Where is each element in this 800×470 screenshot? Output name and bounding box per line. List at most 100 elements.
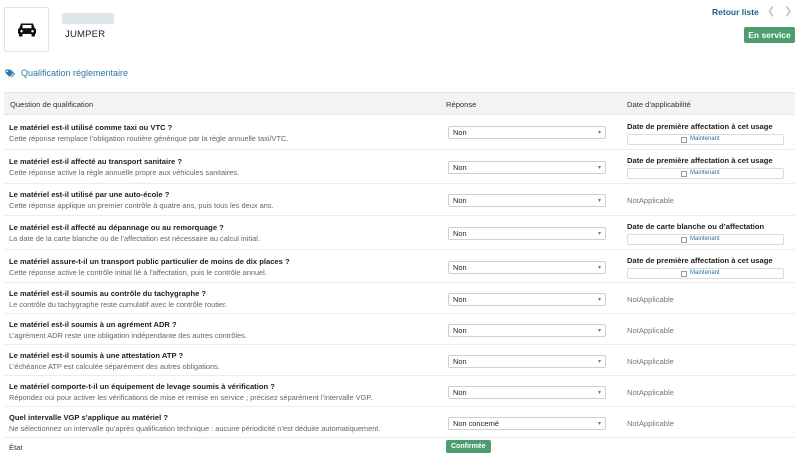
not-applicable-text: NotApplicable — [627, 357, 674, 366]
question-description: Cette réponse applique un premier contrô… — [9, 201, 274, 210]
response-value: Non — [453, 196, 467, 205]
table-row: Le matériel est-il affecté au dépannage … — [4, 216, 795, 250]
response-value: Non — [453, 326, 467, 335]
table-header: Question de qualification Réponse Date d… — [4, 92, 795, 115]
response-select[interactable]: Non ▾ — [448, 261, 606, 274]
date-label: Date de première affectation à cet usage — [627, 122, 773, 131]
date-input[interactable]: Maintenant — [627, 234, 784, 245]
chevron-right-icon[interactable]: ❯ — [784, 6, 792, 17]
chevron-down-icon: ▾ — [597, 390, 601, 396]
chevron-down-icon: ▾ — [597, 297, 601, 303]
response-value: Non — [453, 295, 467, 304]
response-select[interactable]: Non ▾ — [448, 126, 606, 139]
question-title: Le matériel est-il soumis à un agrément … — [9, 320, 177, 329]
checkbox-icon[interactable] — [681, 236, 687, 243]
maintenant-toggle[interactable]: Maintenant — [681, 135, 720, 144]
question-description: Cette réponse active le contrôle initial… — [9, 268, 267, 277]
checkbox-icon[interactable] — [681, 270, 687, 277]
response-select[interactable]: Non ▾ — [448, 227, 606, 240]
table-row: Le matériel est-il soumis à une attestat… — [4, 345, 795, 376]
chevron-down-icon: ▾ — [597, 231, 601, 237]
response-value: Non — [453, 229, 467, 238]
column-header-question: Question de qualification — [10, 100, 94, 109]
chevron-down-icon: ▾ — [597, 359, 601, 365]
column-header-response: Réponse — [446, 100, 477, 109]
question-title: Le matériel est-il utilisé par une auto-… — [9, 190, 170, 199]
status-button[interactable]: En service — [744, 27, 795, 43]
question-description: L’agrément ADR reste une obligation indé… — [9, 331, 247, 340]
not-applicable-text: NotApplicable — [627, 419, 674, 428]
car-icon — [17, 23, 36, 36]
table-row: Le matériel comporte-t-il un équipement … — [4, 376, 795, 407]
section-header: Qualification réglementaire — [5, 68, 128, 78]
tags-icon — [5, 68, 16, 78]
response-value: Non concerné — [453, 419, 500, 428]
response-select[interactable]: Non ▾ — [448, 161, 606, 174]
chevron-down-icon: ▾ — [597, 165, 601, 171]
maintenant-toggle[interactable]: Maintenant — [681, 235, 720, 244]
not-applicable-text: NotApplicable — [627, 326, 674, 335]
response-select[interactable]: Non ▾ — [448, 386, 606, 399]
checkbox-icon[interactable] — [681, 170, 687, 177]
column-header-date: Date d’applicabilité — [627, 100, 691, 109]
question-title: Le matériel est-il utilisé comme taxi ou… — [9, 123, 173, 132]
date-label: Date de première affectation à cet usage — [627, 256, 773, 265]
question-title: Le matériel est-il soumis au contrôle du… — [9, 289, 207, 298]
date-label: Date de carte blanche ou d’affectation — [627, 222, 765, 231]
response-value: Non — [453, 128, 467, 137]
vehicle-plate-redacted — [62, 13, 114, 24]
section-title: Qualification réglementaire — [21, 68, 129, 78]
chevron-down-icon: ▾ — [597, 198, 601, 204]
question-description: Cette réponse remplace l’obligation rout… — [9, 134, 289, 143]
table-row: Le matériel est-il affecté au transport … — [4, 150, 795, 184]
question-title: Le matériel est-il soumis à une attestat… — [9, 351, 184, 360]
chevron-down-icon: ▾ — [597, 421, 601, 427]
table-row: Le matériel est-il soumis à un agrément … — [4, 314, 795, 345]
maintenant-toggle[interactable]: Maintenant — [681, 269, 720, 278]
question-title: Le matériel est-il affecté au transport … — [9, 157, 183, 166]
response-select[interactable]: Non ▾ — [448, 355, 606, 368]
maintenant-label: Maintenant — [690, 170, 720, 176]
question-description: Le contrôle du tachygraphe reste cumulat… — [9, 300, 228, 309]
vehicle-name: JUMPER — [65, 29, 106, 40]
vehicle-avatar — [4, 7, 49, 52]
question-title: Le matériel comporte-t-il un équipement … — [9, 382, 275, 391]
date-input[interactable]: Maintenant — [627, 168, 784, 179]
question-description: Cette réponse active la règle annuelle p… — [9, 168, 240, 177]
table-row: Le matériel assure-t-il un transport pub… — [4, 250, 795, 283]
date-label: Date de première affectation à cet usage — [627, 156, 773, 165]
state-label: État — [9, 443, 23, 452]
maintenant-label: Maintenant — [690, 236, 720, 242]
maintenant-label: Maintenant — [690, 136, 720, 142]
date-input[interactable]: Maintenant — [627, 134, 784, 145]
table-row: Le matériel est-il utilisé comme taxi ou… — [4, 115, 795, 150]
chevron-down-icon: ▾ — [597, 265, 601, 271]
vgp-interval-select[interactable]: Non concerné ▾ — [448, 417, 606, 430]
chevron-down-icon: ▾ — [597, 130, 601, 136]
table-row: Le matériel est-il utilisé par une auto-… — [4, 184, 795, 216]
response-value: Non — [453, 163, 467, 172]
question-title: Quel intervalle VGP s’applique au matéri… — [9, 413, 168, 422]
date-input[interactable]: Maintenant — [627, 268, 784, 279]
maintenant-toggle[interactable]: Maintenant — [681, 169, 720, 178]
response-select[interactable]: Non ▾ — [448, 293, 606, 306]
question-description: Ne sélectionnez un intervalle qu’après q… — [9, 424, 381, 433]
qualification-table: Question de qualification Réponse Date d… — [4, 92, 795, 438]
maintenant-label: Maintenant — [690, 270, 720, 276]
chevron-down-icon: ▾ — [597, 328, 601, 334]
response-value: Non — [453, 357, 467, 366]
response-select[interactable]: Non ▾ — [448, 194, 606, 207]
not-applicable-text: NotApplicable — [627, 295, 674, 304]
back-to-list-link[interactable]: Retour liste — [712, 7, 759, 17]
question-description: Répondez oui pour activer les vérificati… — [9, 393, 373, 402]
state-row: État Confirmée — [4, 434, 795, 461]
not-applicable-text: NotApplicable — [627, 388, 674, 397]
not-applicable-text: NotApplicable — [627, 196, 674, 205]
response-select[interactable]: Non ▾ — [448, 324, 606, 337]
question-description: La date de la carte blanche ou de l’affe… — [9, 234, 260, 243]
checkbox-icon[interactable] — [681, 136, 687, 143]
table-row: Le matériel est-il soumis au contrôle du… — [4, 283, 795, 314]
question-title: Le matériel est-il affecté au dépannage … — [9, 223, 224, 232]
state-badge: Confirmée — [446, 440, 491, 453]
chevron-left-icon[interactable]: ❮ — [767, 6, 775, 17]
